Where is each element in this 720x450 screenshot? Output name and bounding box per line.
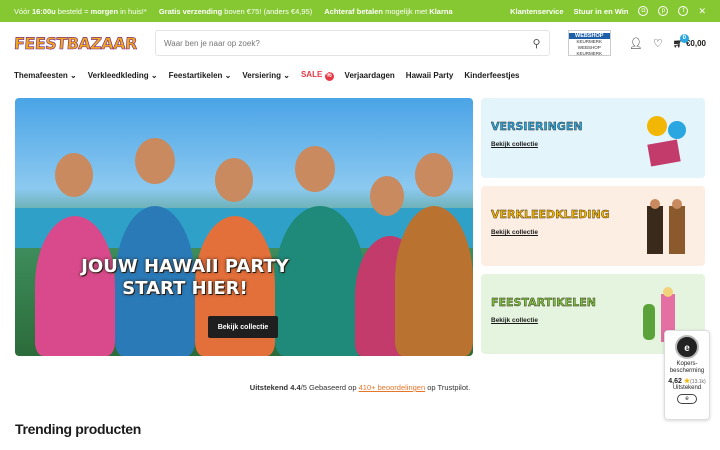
costume-image — [639, 196, 691, 256]
hero-face — [370, 176, 404, 216]
hero-face — [215, 158, 253, 202]
nav-feestartikelen[interactable]: Feestartikelen ⌄ — [169, 71, 232, 80]
search-input[interactable] — [164, 38, 504, 48]
balloons-image — [639, 108, 691, 168]
hero-title: JOUW HAWAII PARTY START HIER! — [81, 256, 289, 299]
hero-person — [395, 206, 473, 356]
submit-and-win-link[interactable]: Stuur in en Win — [574, 7, 629, 16]
cart-button[interactable]: 🛒︎ 0 €0,00 — [673, 33, 706, 48]
cart-total: €0,00 — [685, 38, 706, 48]
top-announcement-bar: Vóór 16:00u besteld = morgen in huis!* G… — [0, 0, 720, 22]
search-bar[interactable]: ⚲ — [155, 30, 550, 56]
widget-toggle[interactable]: e — [677, 394, 697, 404]
widget-label: Kopers-bescherming — [669, 361, 705, 374]
site-header: FEESTBAZAAR ⚲ WEBSHOP KEURMERK WEBSHOP K… — [0, 22, 720, 64]
delivery-text: Vóór 16:00u besteld = morgen in huis!* — [14, 6, 147, 16]
hero-face — [415, 153, 453, 197]
x-icon[interactable]: ✕ — [698, 6, 706, 17]
trending-title: Trending producten — [15, 421, 142, 437]
wishlist-icon[interactable]: ♡ — [653, 37, 663, 50]
category-card-verkleedkleding[interactable]: VERKLEEDKLEDING Bekijk collectie — [481, 186, 705, 266]
hero-cta-button[interactable]: Bekijk collectie — [208, 316, 278, 338]
buyer-protection-seal-icon: e — [675, 335, 699, 359]
trusted-shops-widget[interactable]: e Kopers-bescherming 4,62 ★(13.1k) Uitst… — [664, 330, 710, 420]
hero-banner[interactable]: JOUW HAWAII PARTY START HIER! Bekijk coll… — [15, 98, 473, 356]
hero-face — [55, 153, 93, 197]
main-nav: Themafeesten ⌄ Verkleedkleding ⌄ Feestar… — [0, 64, 720, 86]
customer-service-link[interactable]: Klantenservice — [510, 7, 563, 16]
account-icon[interactable]: 👤︎ — [629, 37, 643, 50]
search-icon[interactable]: ⚲ — [533, 37, 541, 50]
trustpilot-summary: Uitstekend 4.4/5 Gebaseerd op 410+ beoor… — [249, 383, 471, 392]
widget-rating: 4,62 ★(13.1k) — [668, 378, 706, 385]
reviews-link[interactable]: 410+ beoordelingen — [359, 383, 426, 392]
nav-themafeesten[interactable]: Themafeesten ⌄ — [14, 71, 77, 80]
facebook-icon[interactable]: f — [678, 6, 689, 16]
pinterest-icon[interactable]: p — [658, 6, 669, 16]
widget-verdict: Uitstekend — [672, 385, 702, 391]
nav-versiering[interactable]: Versiering ⌄ — [242, 71, 290, 80]
cart-count: 0 — [679, 33, 689, 43]
logo[interactable]: FEESTBAZAAR — [13, 33, 138, 53]
nav-hawaii-party[interactable]: Hawaii Party — [406, 71, 454, 80]
payment-text: Achteraf betalen mogelijk met Klarna — [324, 6, 453, 16]
nav-verjaardagen[interactable]: Verjaardagen — [345, 71, 395, 80]
webshop-keurmerk-badge[interactable]: WEBSHOP KEURMERK WEBSHOP KEURMERK — [567, 30, 611, 56]
nav-kinderfeestjes[interactable]: Kinderfeestjes — [464, 71, 519, 80]
sale-percent-icon: % — [324, 71, 334, 81]
hero-face — [295, 146, 335, 192]
category-card-versieringen[interactable]: VERSIERINGEN Bekijk collectie — [481, 98, 705, 178]
instagram-icon[interactable]: ◘ — [638, 6, 649, 16]
shipping-text: Gratis verzending boven €75! (anders €4,… — [158, 6, 313, 16]
nav-sale[interactable]: SALE % — [301, 70, 334, 81]
nav-verkleedkleding[interactable]: Verkleedkleding ⌄ — [88, 71, 158, 80]
hero-face — [135, 138, 175, 184]
